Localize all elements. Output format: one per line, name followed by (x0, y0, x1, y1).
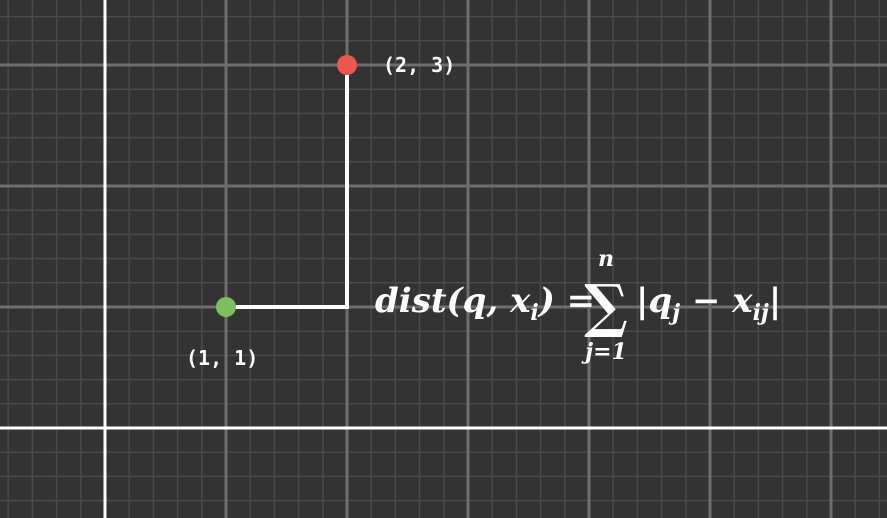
formula-lhs: dist(q, x (375, 281, 531, 321)
minus-x: − x (680, 281, 753, 321)
manhattan-distance-diagram: (1, 1)(2, 3) dist(q, xi) = n ∑ j=1 |qj −… (0, 0, 887, 518)
svg-text:dist(q, xi) =: dist(q, xi) = (375, 281, 595, 326)
abs-close: | (769, 281, 781, 321)
sum-symbol: ∑ (584, 272, 628, 340)
abs-open-q: |q (636, 281, 672, 321)
sum-upper-limit: n (598, 246, 614, 272)
sum-lower-limit: j=1 (581, 339, 627, 365)
point-label-end: (2, 3) (383, 53, 455, 77)
x-subscript: ij (753, 300, 769, 326)
point-start (216, 297, 236, 317)
formula-lhs-subscript: i (530, 300, 538, 326)
point-label-start: (1, 1) (186, 346, 258, 370)
point-end (337, 55, 357, 75)
